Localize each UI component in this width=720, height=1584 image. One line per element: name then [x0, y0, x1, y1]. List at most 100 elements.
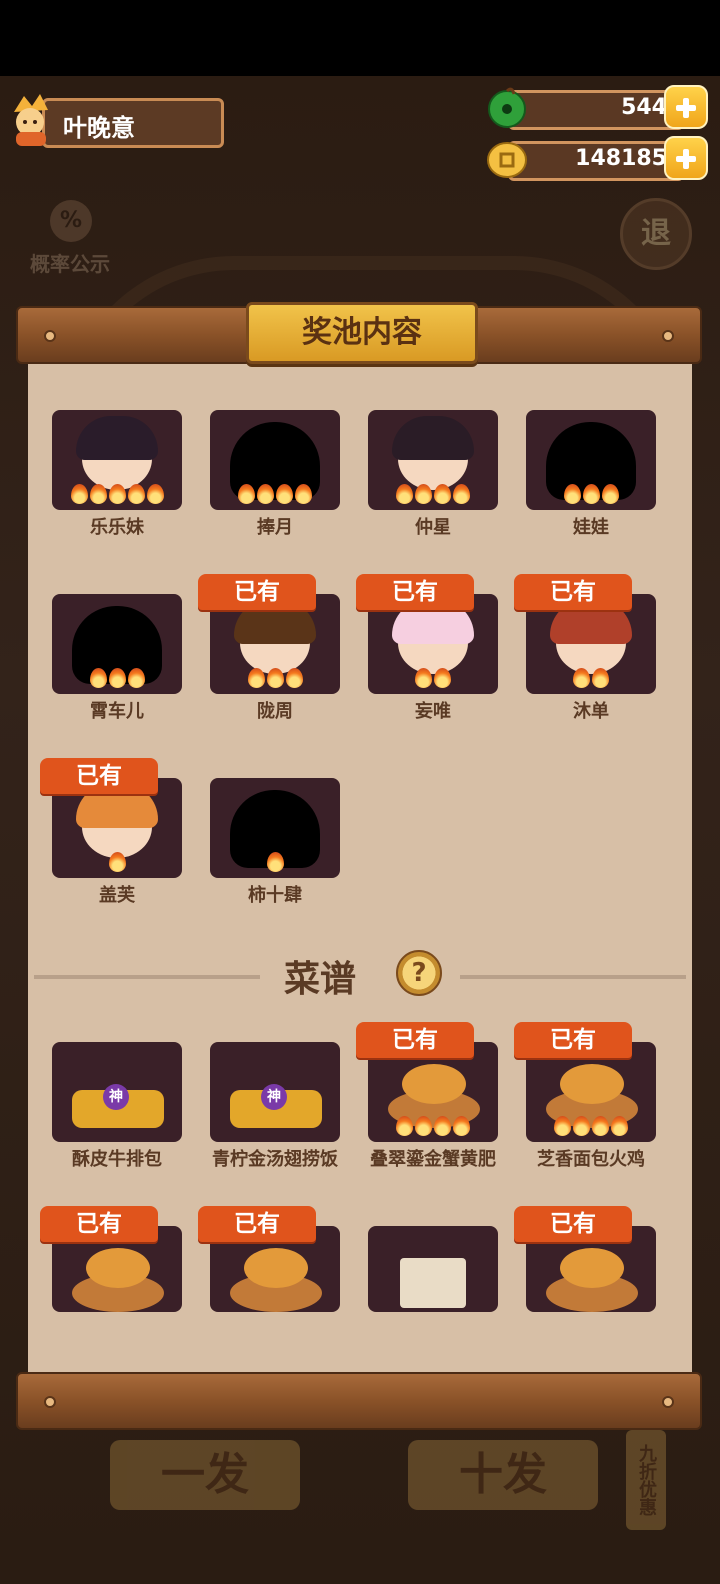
character-card[interactable]: 捧月 [202, 410, 342, 540]
character-portrait [52, 410, 182, 510]
star-flames [526, 1116, 656, 1140]
flame-icon [127, 668, 145, 688]
probability-button[interactable]: % 概率公示 [22, 194, 118, 278]
flame-icon [554, 1116, 571, 1136]
recipe-card[interactable] [360, 1226, 500, 1356]
status-bar [0, 0, 720, 76]
recipe-section-title: 菜谱 [284, 959, 357, 1000]
recipe-image: 神 [52, 1042, 182, 1142]
star-flames [52, 852, 182, 876]
flame-icon [266, 852, 284, 872]
exit-button[interactable]: 退 [620, 198, 692, 270]
recipe-card[interactable]: 已有 芝香面包火鸡 [514, 1022, 658, 1172]
character-card[interactable]: 已有 盖芙 [40, 758, 184, 908]
star-flames [368, 668, 498, 692]
character-name: 捧月 [257, 517, 293, 538]
pool-content-panel[interactable]: 乐乐妹 捧月 仲星 娃娃 霄车儿 已有 陇周 已有 妄唯 已有 沐单 已有 盖芙 柿十肆神酥皮牛排包神青柠… [28, 360, 692, 1374]
character-card[interactable]: 仲星 [360, 410, 500, 540]
owned-badge: 已有 [40, 1206, 158, 1242]
flame-icon [601, 484, 619, 504]
scroll-item [400, 1258, 466, 1308]
player-name-bar: 叶晚意 [42, 98, 224, 148]
recipe-name: 芝香面包火鸡 [537, 1149, 645, 1170]
character-card[interactable]: 娃娃 [518, 410, 658, 540]
star-flames [526, 484, 656, 508]
owned-badge: 已有 [356, 1022, 474, 1058]
character-card[interactable]: 乐乐妹 [44, 410, 184, 540]
recipe-name: 叠翠鎏金蟹黄肥 [370, 1149, 496, 1170]
flame-icon [453, 484, 470, 504]
character-card[interactable]: 已有沐单 [514, 574, 658, 724]
dish-food [560, 1248, 624, 1288]
add-jade-button[interactable] [664, 85, 708, 129]
flame-icon [127, 484, 145, 504]
flame-icon [295, 484, 312, 504]
flame-icon [434, 668, 451, 688]
character-card[interactable]: 霄车儿 [44, 594, 184, 724]
owned-badge: 已有 [198, 1206, 316, 1242]
flame-icon [434, 1116, 451, 1136]
recipe-card[interactable]: 已有 [40, 1206, 184, 1356]
owned-badge: 已有 [514, 574, 632, 610]
flame-icon [108, 484, 126, 504]
character-hair [392, 416, 474, 460]
character-card[interactable]: 已有 陇周 [198, 574, 342, 724]
flame-icon [573, 668, 590, 688]
player-name: 叶晚意 [63, 114, 135, 142]
character-portrait [52, 594, 182, 694]
star-flames [52, 668, 182, 692]
star-flames [52, 484, 182, 508]
probability-label: 概率公示 [30, 252, 110, 276]
coin-bar: 148185 [508, 141, 684, 181]
flame-icon [276, 484, 293, 504]
rod-knob [662, 1396, 674, 1408]
character-card[interactable]: 已有妄唯 [356, 574, 500, 724]
single-draw-button[interactable]: 一发 [110, 1440, 300, 1510]
jade-icon [488, 87, 526, 128]
flame-icon [434, 484, 451, 504]
coin-currency: 148185 [486, 135, 708, 181]
flame-icon [89, 484, 107, 504]
recipe-name: 酥皮牛排包 [72, 1149, 162, 1170]
flame-icon [266, 668, 284, 688]
avatar-icon[interactable] [8, 92, 56, 148]
character-portrait [210, 410, 340, 510]
flame-icon [582, 484, 600, 504]
divider-line [460, 975, 686, 979]
dish-food [402, 1064, 466, 1104]
recipe-image: 神 [210, 1042, 340, 1142]
character-name: 沐单 [573, 701, 609, 722]
flame-icon [89, 668, 107, 688]
character-portrait [526, 410, 656, 510]
recipe-card[interactable]: 神青柠金汤翅捞饭 [202, 1042, 342, 1172]
flame-icon [415, 668, 432, 688]
character-portrait [368, 410, 498, 510]
star-flames [368, 1116, 498, 1140]
owned-badge: 已有 [40, 758, 158, 794]
flame-icon [285, 668, 303, 688]
flame-icon [238, 484, 255, 504]
rod-knob [44, 330, 56, 342]
jade-bar: 544 [508, 90, 684, 130]
flame-icon [108, 668, 126, 688]
ten-draw-button[interactable]: 十发 [408, 1440, 598, 1510]
character-name: 乐乐妹 [90, 517, 144, 538]
recipe-name: 青柠金汤翅捞饭 [212, 1149, 338, 1170]
star-flames [210, 668, 340, 692]
owned-badge: 已有 [356, 574, 474, 610]
recipe-card[interactable]: 已有叠翠鎏金蟹黄肥 [356, 1022, 500, 1172]
recipe-card[interactable]: 已有 [198, 1206, 342, 1356]
add-coin-button[interactable] [664, 136, 708, 180]
flame-icon [592, 668, 609, 688]
flame-icon [396, 484, 413, 504]
panel-title: 奖池内容 [302, 315, 422, 350]
character-hair [76, 416, 158, 460]
flame-icon [108, 852, 126, 872]
recipe-card[interactable]: 神酥皮牛排包 [44, 1042, 184, 1172]
character-card[interactable]: 柿十肆 [202, 778, 342, 908]
recipe-card[interactable]: 已有 [514, 1206, 658, 1356]
flame-icon [415, 1116, 432, 1136]
character-name: 妄唯 [415, 701, 451, 722]
help-icon[interactable]: ? [396, 950, 442, 996]
player-info[interactable]: 叶晚意 [8, 92, 224, 150]
